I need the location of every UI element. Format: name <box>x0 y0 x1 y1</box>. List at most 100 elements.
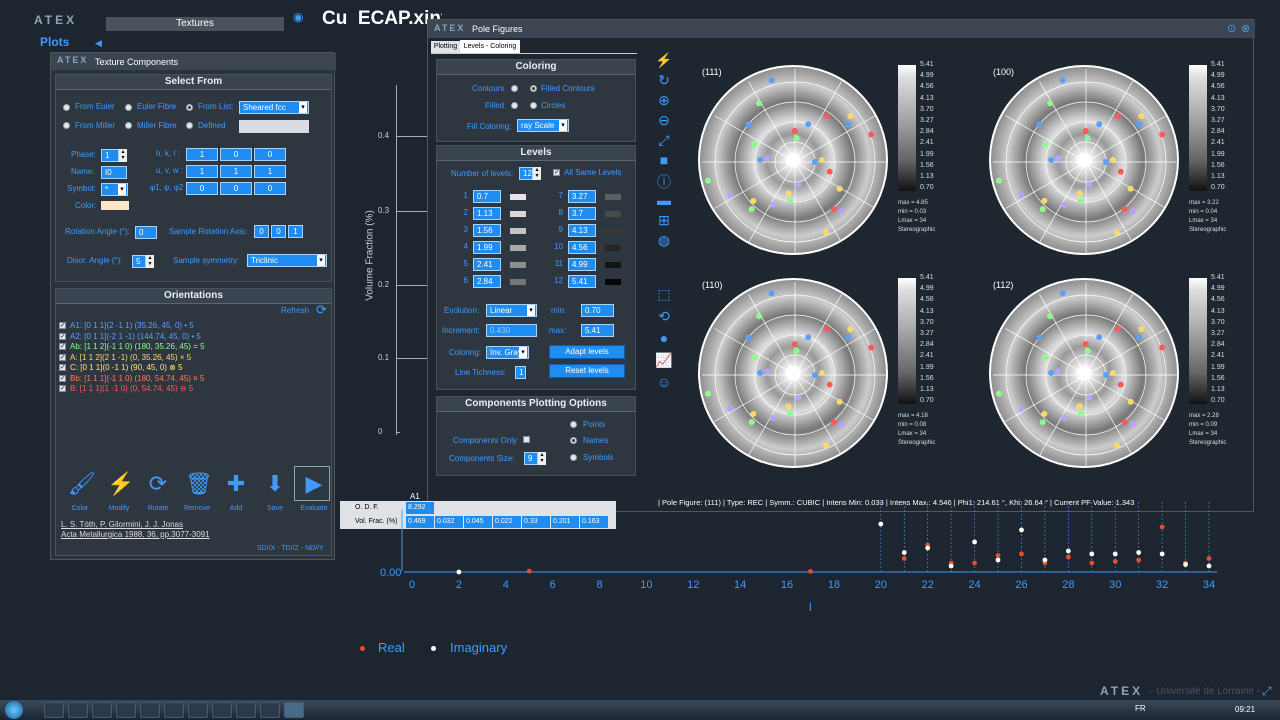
textures-tab[interactable]: Textures <box>106 17 284 31</box>
toolbar-zoom-out-icon[interactable]: ⊖ <box>654 112 674 129</box>
level-field[interactable]: 0.7 <box>473 190 501 203</box>
phi-field-1[interactable]: 0 <box>220 182 252 195</box>
level-field[interactable]: 3.27 <box>568 190 596 203</box>
app-icon[interactable] <box>236 702 256 718</box>
language-indicator[interactable]: FR <box>1135 704 1146 713</box>
increment-field[interactable]: 0.430 <box>486 324 537 337</box>
components-size-spinner-icon[interactable]: ▴ ▾ <box>538 452 546 465</box>
level-field[interactable]: 1.99 <box>473 241 501 254</box>
adapt-levels-button[interactable]: Adapt levels <box>549 345 625 359</box>
coloring-select[interactable]: Inv. Gray <box>486 346 529 359</box>
level-color-swatch[interactable] <box>510 194 526 200</box>
level-color-swatch[interactable] <box>510 228 526 234</box>
disor-field[interactable]: 5 <box>132 255 146 268</box>
orientation-checkbox[interactable]: ✓ <box>59 374 66 382</box>
components-size-field[interactable]: 9 <box>524 452 538 465</box>
max-field[interactable]: 5.41 <box>581 324 614 337</box>
toolbar-colorbar-icon[interactable]: ▬ <box>654 192 674 208</box>
orientation-item[interactable]: A: [1 1 2](2 1 -1) (0, 35.26, 45) × 5 <box>70 353 191 362</box>
pole-figure-2[interactable] <box>698 278 888 468</box>
orientation-checkbox[interactable]: ✓ <box>59 343 66 350</box>
orientation-item[interactable]: Bb: [1 1 1](-1 1 0) (180, 54.74, 45) ¤ 5 <box>70 374 204 383</box>
level-field[interactable]: 2.84 <box>473 275 501 288</box>
level-field[interactable]: 4.13 <box>568 224 596 237</box>
euler-fibre-radio[interactable] <box>125 104 132 111</box>
pole-figure-0[interactable] <box>698 65 888 255</box>
phase-spinner-icon[interactable]: ▴ ▾ <box>119 149 127 162</box>
start-orb-icon[interactable] <box>5 701 23 719</box>
orientation-checkbox[interactable]: ✓ <box>59 353 66 361</box>
orientation-item[interactable]: A1: [0 1 1](2 -1 1) (35.26, 45, 0) • 5 <box>70 321 194 330</box>
atex-task-icon[interactable] <box>284 702 304 718</box>
hkl-field-1[interactable]: 0 <box>220 148 252 161</box>
orientation-item[interactable]: Ab: [1 1 2](-1 1 0) (180, 35.26, 45) = 5 <box>70 342 205 351</box>
settings-icon[interactable] <box>260 702 280 718</box>
level-color-swatch[interactable] <box>510 245 526 251</box>
points-radio[interactable] <box>570 421 577 428</box>
sample-rotation-field-0[interactable]: 0 <box>254 225 269 238</box>
sample-rotation-field-1[interactable]: 0 <box>271 225 286 238</box>
action-evaluate-button[interactable]: Evaluate <box>291 505 337 512</box>
minimize-icon[interactable]: ⊙ <box>1227 22 1236 35</box>
footer-resize-icon[interactable]: ⤢ <box>1262 684 1272 699</box>
close-icon[interactable]: ⊗ <box>1241 22 1250 35</box>
min-field[interactable]: 0.70 <box>581 304 614 317</box>
tab-plotting[interactable]: Plotting <box>431 41 460 53</box>
toolbar-globe-icon[interactable]: ◍ <box>654 232 674 249</box>
disor-spinner-icon[interactable]: ▴ ▾ <box>146 255 154 268</box>
uvw-field-2[interactable]: 1 <box>254 165 286 178</box>
plots-label[interactable]: Plots <box>40 35 69 49</box>
uvw-field-1[interactable]: 1 <box>220 165 252 178</box>
explorer-icon[interactable] <box>44 702 64 718</box>
level-color-swatch[interactable] <box>605 262 621 268</box>
level-field[interactable]: 4.99 <box>568 258 596 271</box>
level-color-swatch[interactable] <box>605 279 621 285</box>
symbol-select[interactable]: * <box>101 183 128 196</box>
action-lightning-icon[interactable]: ⚡ <box>107 471 134 497</box>
media-icon[interactable] <box>116 702 136 718</box>
mail-icon[interactable] <box>92 702 112 718</box>
collapse-arrow-icon[interactable]: ◀ <box>95 38 102 49</box>
level-field[interactable]: 2.41 <box>473 258 501 271</box>
toolbar-square-icon[interactable]: ■ <box>654 152 674 168</box>
defined-radio[interactable] <box>186 122 193 129</box>
sample-rotation-field-2[interactable]: 1 <box>288 225 303 238</box>
level-color-swatch[interactable] <box>605 211 621 217</box>
skype-icon[interactable] <box>68 702 88 718</box>
chrome-icon[interactable] <box>164 702 184 718</box>
from-list-radio[interactable] <box>186 104 193 111</box>
orientation-checkbox[interactable]: ✓ <box>59 364 66 371</box>
level-color-swatch[interactable] <box>510 279 526 285</box>
action-trash-icon[interactable]: 🗑 <box>185 471 213 497</box>
level-field[interactable]: 1.13 <box>473 207 501 220</box>
from-miller-radio[interactable] <box>63 122 70 129</box>
action-save-icon[interactable]: ⬇ <box>263 471 287 497</box>
names-radio[interactable] <box>570 437 577 444</box>
filled-radio[interactable] <box>511 102 518 109</box>
phase-field[interactable]: 1 <box>101 149 119 162</box>
pole-figure-3[interactable] <box>989 278 1179 468</box>
miller-fibre-radio[interactable] <box>125 122 132 129</box>
level-color-swatch[interactable] <box>510 262 526 268</box>
reset-levels-button[interactable]: Reset levels <box>549 364 625 378</box>
orientation-item[interactable]: B: [1 1 1](1 -1 0) (0, 54.74, 45) ⊖ 5 <box>70 384 193 393</box>
toolbar-fit-icon[interactable]: ⤢ <box>654 132 674 149</box>
name-field[interactable]: I0 <box>101 166 127 179</box>
orientation-item[interactable]: A2: [0 1 1](-2 1 -1) (144.74, 45, 0) • 5 <box>70 332 201 341</box>
evolution-select[interactable]: Linear <box>486 304 537 317</box>
level-field[interactable]: 3.7 <box>568 207 596 220</box>
filled-contours-radio[interactable] <box>530 85 537 92</box>
level-color-swatch[interactable] <box>605 228 621 234</box>
pole-figure-1[interactable] <box>989 65 1179 255</box>
toolbar-info-icon[interactable]: ⓘ <box>654 172 674 192</box>
level-color-swatch[interactable] <box>605 194 621 200</box>
refresh-link[interactable]: Refresh <box>281 306 309 315</box>
action-plus-icon[interactable]: ✚ <box>224 471 248 497</box>
symbols-radio[interactable] <box>570 454 577 461</box>
back-circle-icon[interactable]: ◉ <box>293 10 303 24</box>
toolbar-grid-icon[interactable]: ⊞ <box>654 212 674 229</box>
level-color-swatch[interactable] <box>510 211 526 217</box>
uvw-field-0[interactable]: 1 <box>186 165 218 178</box>
circles-radio[interactable] <box>530 102 537 109</box>
action-play-icon[interactable]: ▶ <box>302 471 326 497</box>
